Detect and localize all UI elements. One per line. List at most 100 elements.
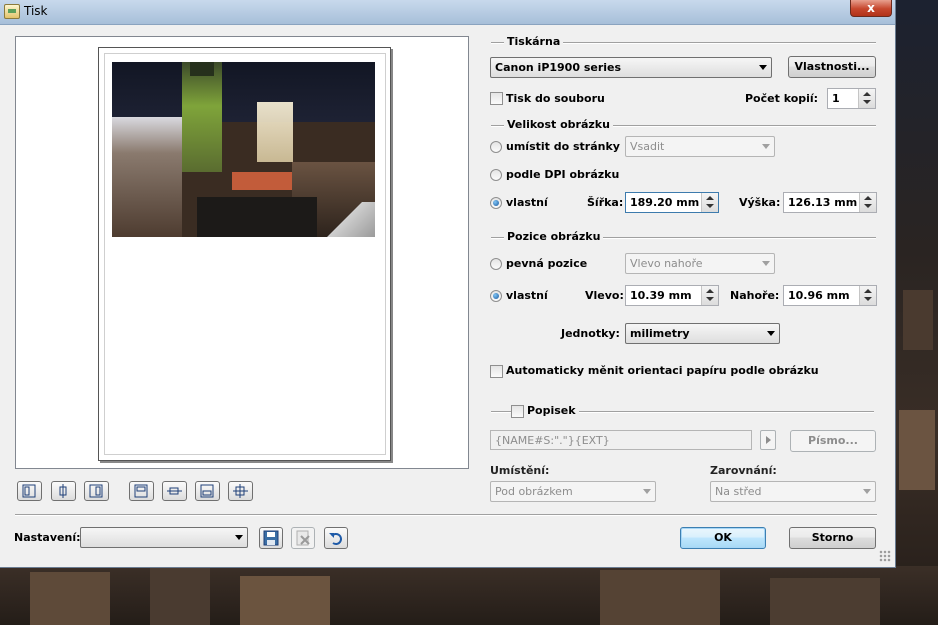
auto-orientation-checkbox[interactable] bbox=[490, 365, 503, 378]
background-bottom-strip bbox=[0, 566, 938, 625]
units-select[interactable]: milimetry bbox=[625, 323, 780, 344]
image-position-group-label: Pozice obrázku bbox=[504, 230, 604, 243]
align-bottom-button[interactable] bbox=[195, 481, 220, 501]
align-right-button[interactable] bbox=[84, 481, 109, 501]
custom-position-label: vlastní bbox=[506, 289, 548, 302]
print-to-file-label: Tisk do souboru bbox=[506, 92, 605, 105]
align-center-both-button[interactable] bbox=[228, 481, 253, 501]
align-top-button[interactable] bbox=[129, 481, 154, 501]
left-offset-field[interactable]: 10.39 mm bbox=[625, 285, 719, 306]
app-icon bbox=[4, 4, 20, 19]
align-left-icon bbox=[22, 484, 36, 498]
chevron-down-icon bbox=[759, 65, 767, 70]
caption-insert-button[interactable] bbox=[760, 430, 776, 450]
copies-label: Počet kopií: bbox=[745, 92, 819, 105]
align-center-both-icon bbox=[233, 484, 248, 498]
units-label: Jednotky: bbox=[561, 327, 620, 340]
width-stepper[interactable] bbox=[701, 193, 718, 212]
image-preview[interactable] bbox=[112, 62, 375, 237]
units-value: milimetry bbox=[630, 327, 690, 340]
cancel-button[interactable]: Storno bbox=[789, 527, 876, 549]
chevron-down-icon bbox=[235, 535, 243, 540]
print-to-file-checkbox[interactable] bbox=[490, 92, 503, 105]
auto-orientation-label: Automaticky měnit orientaci papíru podle… bbox=[506, 364, 819, 377]
align-top-icon bbox=[134, 484, 148, 498]
width-value: 189.20 mm bbox=[630, 196, 700, 209]
width-label: Šířka: bbox=[587, 196, 624, 209]
settings-select[interactable] bbox=[80, 527, 248, 548]
undo-settings-button[interactable] bbox=[324, 527, 348, 549]
chevron-down-icon bbox=[762, 144, 770, 149]
align-center-horizontal-icon bbox=[59, 484, 67, 498]
dpi-radio[interactable] bbox=[490, 169, 502, 181]
alignment-value: Na střed bbox=[715, 485, 762, 498]
image-size-group-label: Velikost obrázku bbox=[504, 118, 613, 131]
placement-select[interactable]: Pod obrázkem bbox=[490, 481, 656, 502]
custom-size-label: vlastní bbox=[506, 196, 548, 209]
fit-page-label: umístit do stránky bbox=[506, 140, 620, 153]
fixed-position-select[interactable]: Vlevo nahoře bbox=[625, 253, 775, 274]
placement-label: Umístění: bbox=[490, 464, 550, 477]
fit-page-radio[interactable] bbox=[490, 141, 502, 153]
undo-icon bbox=[329, 533, 342, 545]
copies-stepper[interactable] bbox=[858, 89, 875, 108]
fixed-position-label: pevná pozice bbox=[506, 257, 588, 270]
resize-grip[interactable] bbox=[879, 550, 891, 562]
left-offset-stepper[interactable] bbox=[701, 286, 718, 305]
save-icon bbox=[263, 530, 279, 546]
height-field[interactable]: 126.13 mm bbox=[783, 192, 877, 213]
custom-size-radio[interactable] bbox=[490, 197, 502, 209]
caption-group-label: Popisek bbox=[524, 404, 579, 417]
align-center-horizontal-button[interactable] bbox=[51, 481, 76, 501]
chevron-down-icon bbox=[863, 489, 871, 494]
window-title: Tisk bbox=[24, 4, 48, 18]
title-bar: Tisk x bbox=[0, 0, 895, 25]
top-offset-stepper[interactable] bbox=[859, 286, 876, 305]
custom-position-radio[interactable] bbox=[490, 290, 502, 302]
background-right-strip bbox=[895, 0, 938, 625]
font-button[interactable]: Písmo... bbox=[790, 430, 876, 452]
caption-checkbox[interactable] bbox=[511, 405, 524, 418]
close-button[interactable]: x bbox=[850, 0, 892, 17]
alignment-select[interactable]: Na střed bbox=[710, 481, 876, 502]
delete-settings-button[interactable] bbox=[291, 527, 315, 549]
left-offset-value: 10.39 mm bbox=[630, 289, 692, 302]
top-offset-value: 10.96 mm bbox=[788, 289, 850, 302]
alignment-label: Zarovnání: bbox=[710, 464, 777, 477]
align-bottom-icon bbox=[200, 484, 214, 498]
width-field[interactable]: 189.20 mm bbox=[625, 192, 719, 213]
ok-button[interactable]: OK bbox=[680, 527, 766, 549]
align-left-button[interactable] bbox=[17, 481, 42, 501]
fit-mode-value: Vsadit bbox=[630, 140, 665, 153]
save-settings-button[interactable] bbox=[259, 527, 283, 549]
dpi-label: podle DPI obrázku bbox=[506, 168, 620, 181]
caption-template-field[interactable]: {NAME#S:"."}{EXT} bbox=[490, 430, 752, 450]
copies-field[interactable]: 1 bbox=[827, 88, 876, 109]
printer-select-value: Canon iP1900 series bbox=[495, 61, 622, 74]
top-offset-label: Nahoře: bbox=[730, 289, 780, 302]
top-offset-field[interactable]: 10.96 mm bbox=[783, 285, 877, 306]
settings-label: Nastavení: bbox=[14, 531, 81, 544]
chevron-down-icon bbox=[643, 489, 651, 494]
fixed-position-value: Vlevo nahoře bbox=[630, 257, 703, 270]
height-value: 126.13 mm bbox=[788, 196, 858, 209]
printer-select[interactable]: Canon iP1900 series bbox=[490, 57, 772, 78]
properties-button[interactable]: Vlastnosti... bbox=[788, 56, 876, 78]
fixed-position-radio[interactable] bbox=[490, 258, 502, 270]
print-preview bbox=[15, 36, 469, 469]
align-center-vertical-icon bbox=[167, 487, 182, 495]
align-center-vertical-button[interactable] bbox=[162, 481, 187, 501]
copies-value: 1 bbox=[832, 92, 840, 105]
placement-value: Pod obrázkem bbox=[495, 485, 573, 498]
height-stepper[interactable] bbox=[859, 193, 876, 212]
print-dialog: Tisk x Tiskárna Canon iP1900 series Vlas… bbox=[0, 0, 896, 568]
bottom-separator bbox=[15, 514, 877, 516]
caption-template-value: {NAME#S:"."}{EXT} bbox=[495, 434, 610, 447]
chevron-down-icon bbox=[767, 331, 775, 336]
height-label: Výška: bbox=[739, 196, 781, 209]
align-right-icon bbox=[89, 484, 103, 498]
paper-page bbox=[98, 47, 391, 461]
fit-mode-select[interactable]: Vsadit bbox=[625, 136, 775, 157]
left-offset-label: Vlevo: bbox=[585, 289, 624, 302]
printer-group-label: Tiskárna bbox=[504, 35, 564, 48]
